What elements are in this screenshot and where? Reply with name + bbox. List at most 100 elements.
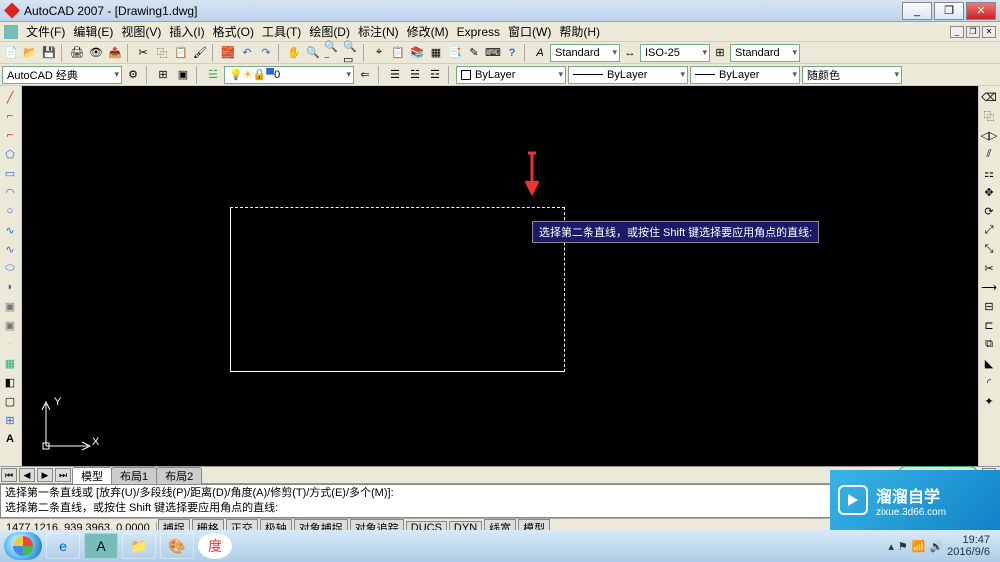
textstyle-icon[interactable]: A [531, 44, 549, 62]
taskbar-clock[interactable]: 19:47 2016/9/6 [947, 534, 990, 558]
mdi-close-button[interactable]: ✕ [982, 26, 996, 38]
tab-layout2[interactable]: 布局2 [156, 467, 202, 484]
menu-window[interactable]: 窗口(W) [504, 21, 555, 42]
mirror-button[interactable] [980, 126, 998, 144]
polygon-button[interactable] [1, 145, 19, 163]
taskbar-baidu-button[interactable]: 度 [198, 533, 232, 559]
menu-format[interactable]: 格式(O) [209, 21, 258, 42]
zoom-previous-button[interactable]: 🔍⁻ [323, 44, 341, 62]
mtext-button[interactable] [1, 430, 19, 448]
cleanscreen-button[interactable]: ▣ [174, 66, 192, 84]
spline-button[interactable] [1, 240, 19, 258]
construction-line-button[interactable] [1, 107, 19, 125]
line-button[interactable] [1, 88, 19, 106]
arc-button[interactable] [1, 183, 19, 201]
dc-button[interactable]: 📚 [408, 44, 426, 62]
fillet-button[interactable] [980, 373, 998, 391]
menu-insert[interactable]: 插入(I) [165, 21, 208, 42]
plotstyle-dropdown[interactable]: 随颜色 [802, 66, 902, 84]
tray-network-icon[interactable]: 📶 [912, 540, 926, 553]
ellipse-button[interactable] [1, 259, 19, 277]
paste-button[interactable] [172, 44, 190, 62]
layer-tool2-button[interactable]: ☱ [406, 66, 424, 84]
layer-tool3-button[interactable]: ☲ [426, 66, 444, 84]
region-button[interactable] [1, 392, 19, 410]
properties-button[interactable]: 📋 [389, 44, 407, 62]
chamfer-button[interactable] [980, 354, 998, 372]
taskbar-autocad-button[interactable]: A [84, 533, 118, 559]
copy-button[interactable] [980, 107, 998, 125]
layer-manager-button[interactable] [204, 66, 222, 84]
open-button[interactable] [21, 44, 39, 62]
lineweight-dropdown[interactable]: ByLayer [690, 66, 800, 84]
taskbar-paint-button[interactable]: 🎨 [160, 533, 194, 559]
menu-view[interactable]: 视图(V) [117, 21, 165, 42]
matchprop-button[interactable] [191, 44, 209, 62]
save-button[interactable] [40, 44, 58, 62]
zoom-realtime-button[interactable] [304, 44, 322, 62]
pan-button[interactable] [285, 44, 303, 62]
menu-modify[interactable]: 修改(M) [403, 21, 453, 42]
extend-button[interactable] [980, 278, 998, 296]
plot-button[interactable] [68, 44, 86, 62]
toolpalette-button[interactable] [154, 66, 172, 84]
tab-nav-prev-button[interactable]: ◀ [19, 468, 35, 482]
insert-block-button[interactable] [1, 297, 19, 315]
sheetset-button[interactable] [446, 44, 464, 62]
offset-button[interactable] [980, 145, 998, 163]
join-button[interactable] [980, 335, 998, 353]
explode-button[interactable] [980, 392, 998, 410]
taskbar-ie-button[interactable]: e [46, 533, 80, 559]
new-button[interactable] [2, 44, 20, 62]
tab-nav-last-button[interactable]: ⏭ [55, 468, 71, 482]
redo-button[interactable] [257, 44, 275, 62]
dimstyle-icon[interactable]: ↔ [621, 44, 639, 62]
block-editor-button[interactable]: 🧱 [219, 44, 237, 62]
hatch-button[interactable] [1, 354, 19, 372]
linetype-dropdown[interactable]: ByLayer [568, 66, 688, 84]
tool-palettes-button[interactable] [427, 44, 445, 62]
undo-button[interactable] [238, 44, 256, 62]
tab-nav-next-button[interactable]: ▶ [37, 468, 53, 482]
cut-button[interactable] [134, 44, 152, 62]
menu-help[interactable]: 帮助(H) [555, 21, 604, 42]
tablestyle-icon[interactable]: ⊞ [711, 44, 729, 62]
tray-flag-icon[interactable]: ⚑ [898, 540, 908, 553]
menu-file[interactable]: 文件(F) [22, 21, 69, 42]
zoom-window-button[interactable]: 🔍▭ [342, 44, 360, 62]
erase-button[interactable] [980, 88, 998, 106]
taskbar-explorer-button[interactable]: 📁 [122, 533, 156, 559]
ellipse-arc-button[interactable] [1, 278, 19, 296]
menu-tools[interactable]: 工具(T) [258, 21, 305, 42]
menu-edit[interactable]: 编辑(E) [69, 21, 117, 42]
rotate-button[interactable] [980, 202, 998, 220]
tab-nav-first-button[interactable]: ⏮ [1, 468, 17, 482]
table-button[interactable] [1, 411, 19, 429]
menu-express[interactable]: Express [453, 23, 504, 41]
break-button[interactable] [980, 316, 998, 334]
close-button[interactable]: ✕ [966, 2, 996, 20]
workspace-dropdown[interactable]: AutoCAD 经典 [2, 66, 122, 84]
quickcalc-button[interactable] [484, 44, 502, 62]
layer-tool1-button[interactable]: ☰ [386, 66, 404, 84]
trim-button[interactable] [980, 259, 998, 277]
textstyle-dropdown[interactable]: Standard [550, 44, 620, 62]
layer-prev-button[interactable]: ⇐ [356, 66, 374, 84]
layer-dropdown[interactable]: 0 [224, 66, 354, 84]
stretch-button[interactable] [980, 240, 998, 258]
mdi-minimize-button[interactable]: _ [950, 26, 964, 38]
start-button[interactable] [4, 532, 42, 560]
maximize-button[interactable]: ❐ [934, 2, 964, 20]
copyclip-button[interactable] [153, 44, 171, 62]
plot-preview-button[interactable]: 👁 [87, 44, 105, 62]
system-tray[interactable]: ▴ ⚑ 📶 🔊 19:47 2016/9/6 [882, 534, 996, 558]
break-at-point-button[interactable] [980, 297, 998, 315]
color-dropdown[interactable]: ByLayer [456, 66, 566, 84]
tray-expand-icon[interactable]: ▴ [888, 540, 894, 553]
scale-button[interactable] [980, 221, 998, 239]
point-button[interactable] [1, 335, 19, 353]
tray-volume-icon[interactable]: 🔊 [929, 540, 943, 553]
help-button[interactable] [503, 44, 521, 62]
rectangle-button[interactable] [1, 164, 19, 182]
polyline-button[interactable] [1, 126, 19, 144]
